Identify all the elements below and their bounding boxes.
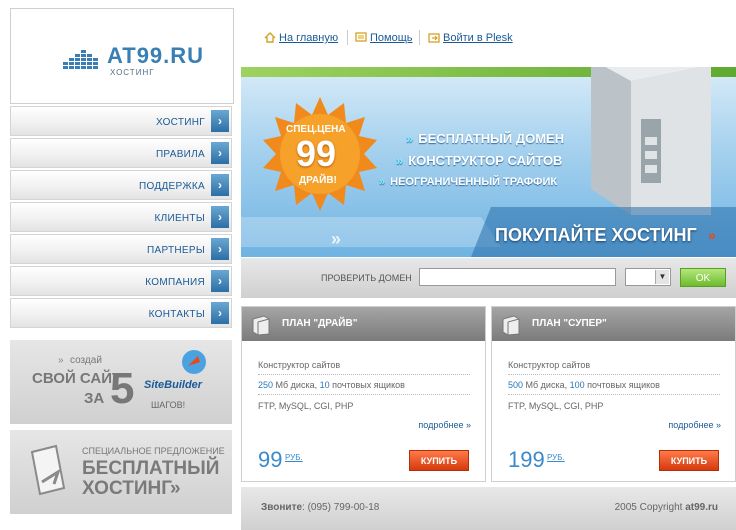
buy-button[interactable]: КУПИТЬ [409, 450, 469, 471]
plan-price: 99 [258, 447, 283, 472]
nav-separator [419, 30, 420, 45]
promo-number: 5 [110, 364, 135, 413]
divider [508, 374, 720, 375]
footer: Звоните: (095) 799-00-18 2005 Copyright … [241, 487, 736, 530]
plan-disk-mail: 500 Мб диска, 100 почтовых ящиков [508, 380, 660, 390]
domain-check-label: ПРОВЕРИТЬ ДОМЕН [321, 273, 412, 283]
plan-title: ПЛАН "СУПЕР" [532, 318, 607, 329]
plan-title: ПЛАН "ДРАЙВ" [282, 318, 358, 329]
promo-hosting: ХОСТИНГ [82, 478, 172, 499]
chevron-down-icon: ▼ [655, 270, 669, 284]
plan-header: ПЛАН "ДРАЙВ" [242, 307, 485, 341]
document-arrow-icon [30, 444, 66, 496]
sitebuilder-logo-icon [182, 350, 206, 374]
nav-help-link[interactable]: Помощь [370, 32, 413, 44]
feature-unlimited-traffic: » НЕОГРАНИЧЕННЫЙ ТРАФФИК [379, 176, 558, 188]
plan-more-link[interactable]: подробнее » [668, 420, 721, 430]
divider [508, 394, 720, 395]
plan-card-drive: ПЛАН "ДРАЙВ" Конструктор сайтов 250 Мб д… [241, 306, 486, 482]
server-label: at99 [604, 67, 624, 70]
feature-free-domain: » БЕСПЛАТНЫЙ ДОМЕН [406, 131, 565, 146]
promo-brand: SiteBuilder [144, 379, 203, 391]
chevron-right-icon: › [211, 174, 229, 196]
login-icon [428, 33, 440, 43]
badge-drive: ДРАЙВ! [299, 175, 337, 186]
promo-steps: ШАГОВ! [151, 400, 186, 410]
menu-label: ХОСТИНГ [155, 117, 205, 128]
server-box-icon [252, 315, 270, 336]
plan-currency: РУБ. [285, 453, 303, 462]
domain-ok-button[interactable]: OK [680, 268, 726, 287]
plan-tech: FTP, MySQL, CGI, PHP [258, 401, 354, 411]
menu-item-rules[interactable]: ПРАВИЛА › [10, 138, 232, 168]
chevron-double-icon: » [406, 131, 414, 146]
chevron-right-icon: › [211, 142, 229, 164]
chevron-double-icon: » [331, 229, 342, 249]
plan-tech: FTP, MySQL, CGI, PHP [508, 401, 604, 411]
chevron-double-icon: » [58, 355, 64, 366]
domain-input[interactable] [419, 268, 616, 286]
divider [258, 374, 470, 375]
chevron-right-icon: › [211, 206, 229, 228]
menu-label: ПОДДЕРЖКА [139, 181, 205, 192]
domain-zone-select[interactable]: ▼ [625, 268, 671, 286]
hero-banner[interactable]: СПЕЦ.ЦЕНА 99 ДРАЙВ! » БЕСПЛАТНЫЙ ДОМЕН » К… [241, 67, 736, 257]
server-tower-icon [591, 67, 711, 215]
chevron-right-icon: › [211, 270, 229, 292]
promo-special-offer: СПЕЦИАЛЬНОЕ ПРЕДЛОЖЕНИЕ [82, 446, 225, 456]
badge-price: 99 [296, 133, 337, 174]
help-icon [355, 32, 367, 42]
menu-label: КОНТАКТЫ [148, 309, 205, 320]
promo-free: БЕСПЛАТНЫЙ [82, 458, 220, 479]
home-icon [264, 32, 276, 43]
promo-create: создай [70, 355, 102, 366]
plan-disk-mail: 250 Мб диска, 10 почтовых ящиков [258, 380, 405, 390]
menu-item-support[interactable]: ПОДДЕРЖКА › [10, 170, 232, 200]
footer-phone: Звоните: (095) 799-00-18 [261, 502, 380, 513]
chevron-double-icon: » [379, 176, 386, 188]
promo-your-site: СВОЙ САЙТ [32, 370, 122, 387]
footer-copyright: 2005 Copyright at99.ru [614, 502, 718, 513]
promo-za: ЗА [84, 390, 105, 407]
plan-builder: Конструктор сайтов [258, 360, 341, 370]
nav-separator [347, 30, 348, 45]
buy-button[interactable]: КУПИТЬ [659, 450, 719, 471]
menu-label: ПАРТНЕРЫ [146, 245, 205, 256]
plan-price: 199 [508, 447, 545, 472]
chevron-double-icon: » [396, 153, 404, 168]
chevron-double-icon: » [708, 227, 716, 243]
menu-label: ПРАВИЛА [155, 149, 205, 160]
menu-item-contacts[interactable]: КОНТАКТЫ › [10, 298, 232, 328]
feature-site-builder: » КОНСТРУКТОР САЙТОВ [396, 153, 563, 168]
chevron-right-icon: › [211, 238, 229, 260]
plan-builder: Конструктор сайтов [508, 360, 591, 370]
logo-subtitle: ХОСТИНГ [110, 68, 155, 77]
menu-item-partners[interactable]: ПАРТНЕРЫ › [10, 234, 232, 264]
menu-item-hosting[interactable]: ХОСТИНГ › [10, 106, 232, 136]
logo-text: AT99.RU [107, 43, 205, 68]
logo-box[interactable]: AT99.RU ХОСТИНГ [10, 8, 234, 104]
promo-sitebuilder[interactable]: » создай СВОЙ САЙТ ЗА 5 SiteBuilder ШАГО… [10, 340, 232, 424]
logo-bars-icon [63, 50, 98, 69]
plan-header: ПЛАН "СУПЕР" [492, 307, 735, 341]
server-box-icon [502, 315, 520, 336]
buy-hosting-banner-text[interactable]: ПОКУПАЙТЕ ХОСТИНГ [495, 225, 697, 246]
plan-more-link[interactable]: подробнее » [418, 420, 471, 430]
chevron-double-icon: » [170, 478, 181, 499]
nav-home-link[interactable]: На главную [279, 32, 338, 44]
plan-card-super: ПЛАН "СУПЕР" Конструктор сайтов 500 Мб д… [491, 306, 736, 482]
chevron-right-icon: › [211, 110, 229, 132]
menu-label: КЛИЕНТЫ [154, 213, 205, 224]
nav-plesk-link[interactable]: Войти в Plesk [443, 32, 513, 44]
menu-label: КОМПАНИЯ [145, 277, 205, 288]
plan-currency: РУБ. [547, 453, 565, 462]
chevron-right-icon: › [211, 302, 229, 324]
menu-item-clients[interactable]: КЛИЕНТЫ › [10, 202, 232, 232]
promo-free-hosting[interactable]: СПЕЦИАЛЬНОЕ ПРЕДЛОЖЕНИЕ БЕСПЛАТНЫЙ ХОСТИ… [10, 430, 232, 514]
domain-check-bar: ПРОВЕРИТЬ ДОМЕН ▼ OK [241, 258, 736, 298]
divider [258, 394, 470, 395]
menu-item-company[interactable]: КОМПАНИЯ › [10, 266, 232, 296]
